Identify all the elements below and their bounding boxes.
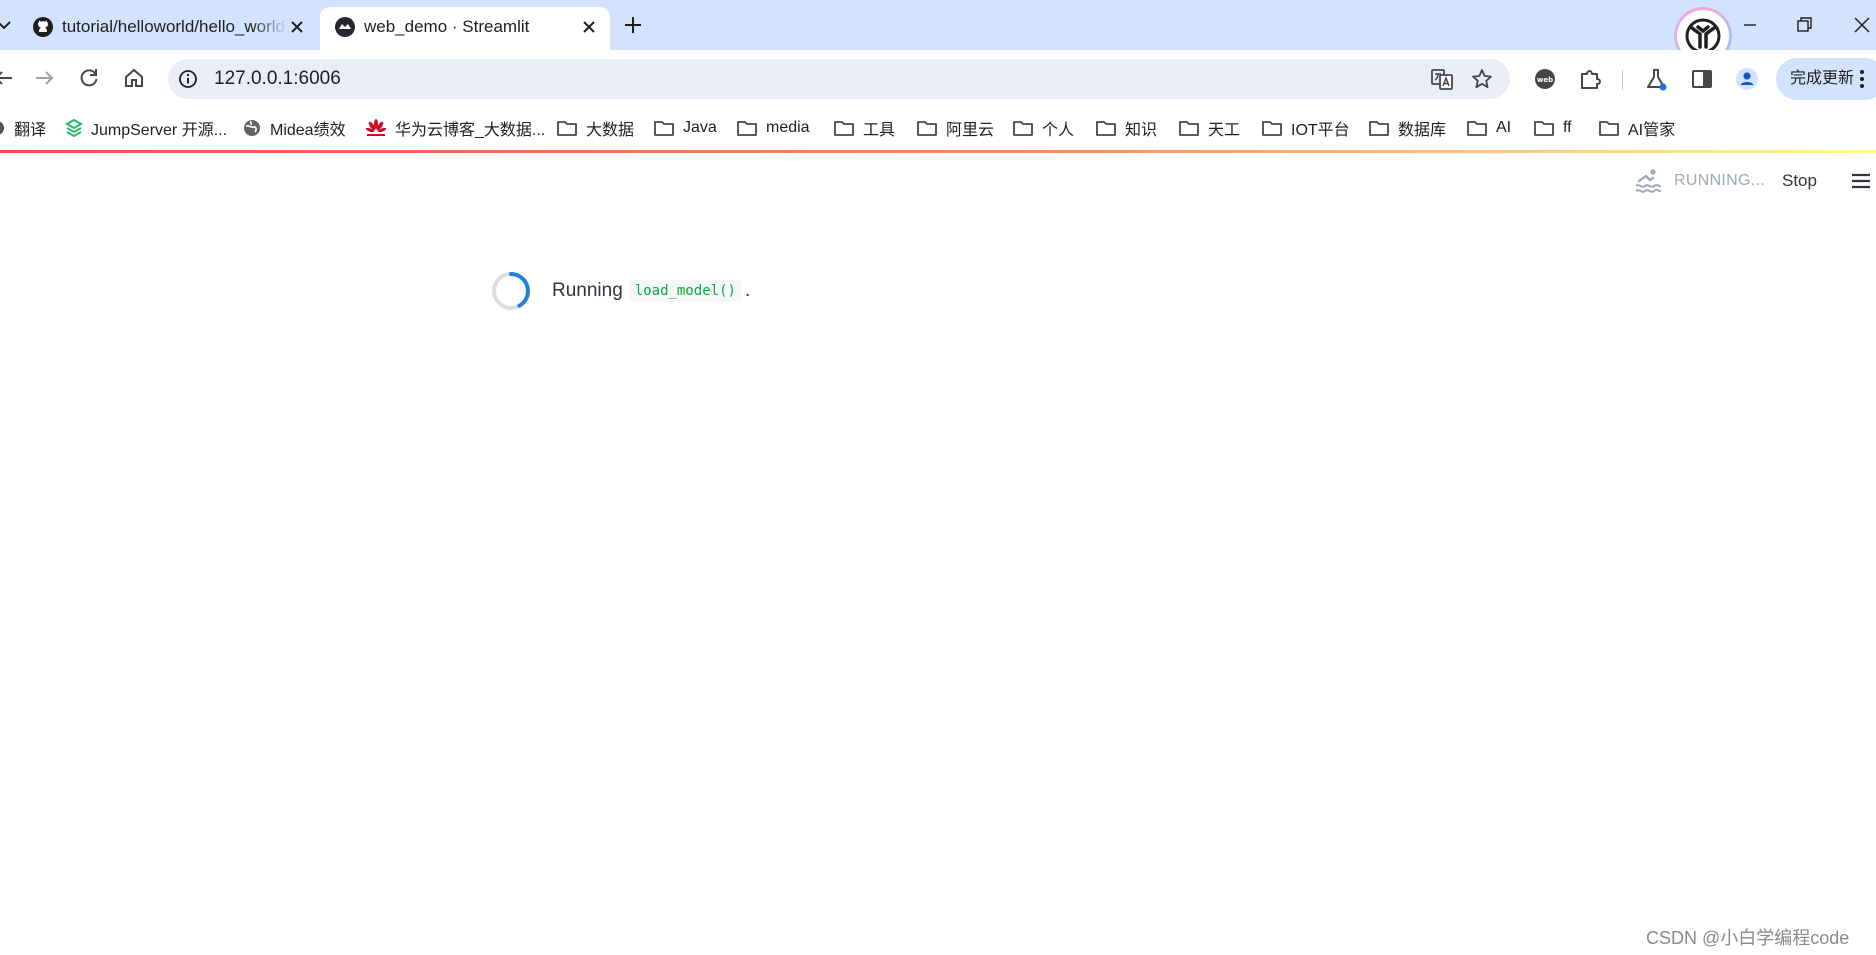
folder-icon [1012, 117, 1034, 139]
folder-icon [1178, 117, 1200, 139]
bookmark-star-icon[interactable] [1470, 67, 1494, 91]
extensions-puzzle-icon[interactable] [1577, 66, 1603, 92]
huawei-icon [365, 117, 387, 139]
folder-icon [1533, 117, 1555, 139]
function-code: load_model() [628, 280, 742, 302]
translate-icon [0, 117, 8, 139]
tab-title: web_demo · Streamlit [364, 17, 530, 36]
translate-icon[interactable] [1430, 67, 1454, 91]
window-close-icon[interactable] [1851, 14, 1873, 36]
toolbar-separator [1622, 70, 1623, 90]
svg-text:web: web [1537, 76, 1553, 84]
globe-icon [242, 117, 262, 139]
github-icon [32, 16, 54, 38]
folder-icon [556, 117, 578, 139]
bookmark-huawei[interactable]: 华为云博客_大数据... [365, 116, 545, 140]
hamburger-menu-icon[interactable] [1850, 171, 1872, 191]
bookmark-folder[interactable]: 工具 [833, 116, 895, 140]
profile-avatar-icon[interactable] [1734, 66, 1760, 92]
bookmark-folder[interactable]: Java [653, 116, 717, 140]
bookmark-folder[interactable]: AI [1466, 116, 1511, 140]
bookmark-folder[interactable]: 数据库 [1368, 116, 1446, 140]
close-icon[interactable] [580, 18, 598, 36]
stop-button[interactable]: Stop [1782, 171, 1817, 191]
trailing-period: . [744, 280, 751, 301]
bookmark-folder[interactable]: 天工 [1178, 116, 1240, 140]
folder-icon [1368, 117, 1390, 139]
new-tab-plus-icon[interactable] [622, 14, 644, 36]
loading-spinner-icon [490, 270, 532, 312]
reload-icon[interactable] [77, 66, 101, 90]
side-panel-icon[interactable] [1689, 66, 1715, 92]
tab-search-chevron-icon[interactable] [0, 16, 14, 34]
folder-icon [1095, 117, 1117, 139]
bookmark-jumpserver[interactable]: JumpServer 开源... [65, 116, 227, 140]
bookmark-folder[interactable]: IOT平台 [1261, 116, 1350, 140]
close-icon[interactable] [288, 18, 306, 36]
more-menu-icon[interactable] [1858, 68, 1866, 90]
site-info-icon[interactable] [178, 69, 198, 89]
folder-icon [736, 117, 758, 139]
labs-flask-icon[interactable] [1643, 66, 1669, 92]
running-label: Running [552, 280, 623, 301]
bookmark-folder[interactable]: AI管家 [1598, 116, 1675, 140]
bookmark-folder[interactable]: 个人 [1012, 116, 1074, 140]
bookmark-translate[interactable]: 翻译 [0, 116, 46, 140]
tab-strip: tutorial/helloworld/hello_world web_demo… [0, 0, 1876, 65]
minimize-icon[interactable] [1739, 14, 1761, 36]
bookmark-folder[interactable]: 知识 [1095, 116, 1157, 140]
bookmarks-bar: 翻译 JumpServer 开源... Midea绩效 华为云博客_大数据...… [0, 108, 1876, 150]
home-icon[interactable] [122, 66, 146, 90]
running-status: RUNNING... [1674, 172, 1765, 189]
jumpserver-icon [65, 117, 83, 139]
tab-github[interactable]: tutorial/helloworld/hello_world [18, 7, 318, 50]
bookmark-folder[interactable]: 大数据 [556, 116, 634, 140]
streamlit-icon [334, 16, 356, 38]
folder-icon [653, 117, 675, 139]
streamlit-header: RUNNING... Stop [0, 153, 1876, 209]
bookmark-folder[interactable]: 阿里云 [916, 116, 994, 140]
spinner-status: Running load_model() . [490, 270, 750, 312]
forward-arrow-icon[interactable] [32, 66, 56, 90]
address-bar[interactable]: 127.0.0.1:6006 [168, 59, 1510, 99]
swimmer-running-icon [1634, 167, 1662, 195]
folder-icon [1598, 117, 1620, 139]
browser-toolbar: 127.0.0.1:6006 web 完成更新 [0, 50, 1876, 108]
back-arrow-icon[interactable] [0, 66, 16, 90]
watermark: CSDN @小白学编程code [1646, 928, 1850, 948]
bookmark-midea[interactable]: Midea绩效 [242, 116, 346, 140]
folder-icon [916, 117, 938, 139]
tab-streamlit[interactable]: web_demo · Streamlit [320, 7, 610, 50]
url-text[interactable]: 127.0.0.1:6006 [214, 68, 341, 90]
folder-icon [1466, 117, 1488, 139]
folder-icon [1261, 117, 1283, 139]
tab-title: tutorial/helloworld/hello_world [62, 17, 286, 36]
bookmark-folder[interactable]: media [736, 116, 810, 140]
web-extension-icon[interactable]: web [1532, 66, 1558, 92]
folder-icon [833, 117, 855, 139]
restore-icon[interactable] [1793, 14, 1815, 36]
bookmark-folder[interactable]: ff [1533, 116, 1572, 140]
